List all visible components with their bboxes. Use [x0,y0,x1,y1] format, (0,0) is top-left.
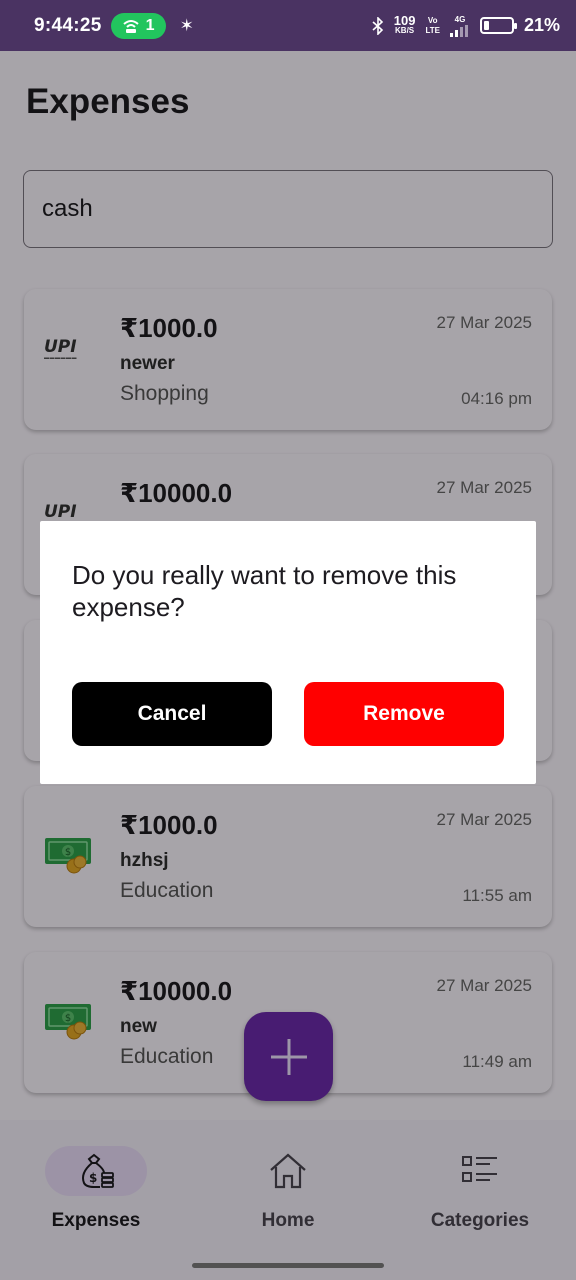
status-time: 9:44:25 [34,14,102,36]
battery-level [483,21,490,30]
signal-boost-icon: ✶ [179,15,194,35]
signal-icon [449,24,468,37]
remove-button[interactable]: Remove [304,682,504,746]
dialog-message: Do you really want to remove this expens… [72,560,457,622]
mobile-signal: 4G [449,15,470,37]
cancel-button[interactable]: Cancel [72,682,272,746]
battery-percent: 21% [523,15,560,35]
status-bar: 9:44:25 1 ✶ 109 KB/S Vo LTE 4G 21% [0,0,576,51]
network-speed: 109 KB/S [393,12,416,35]
hotspot-count: 1 [145,16,155,34]
bluetooth-icon [372,16,383,35]
volte-indicator: Vo LTE [425,15,440,35]
battery-icon [479,17,517,34]
hotspot-indicator: 1 [110,12,166,39]
remove-expense-dialog: Do you really want to remove this expens… [40,521,536,784]
hotspot-icon [122,19,139,33]
